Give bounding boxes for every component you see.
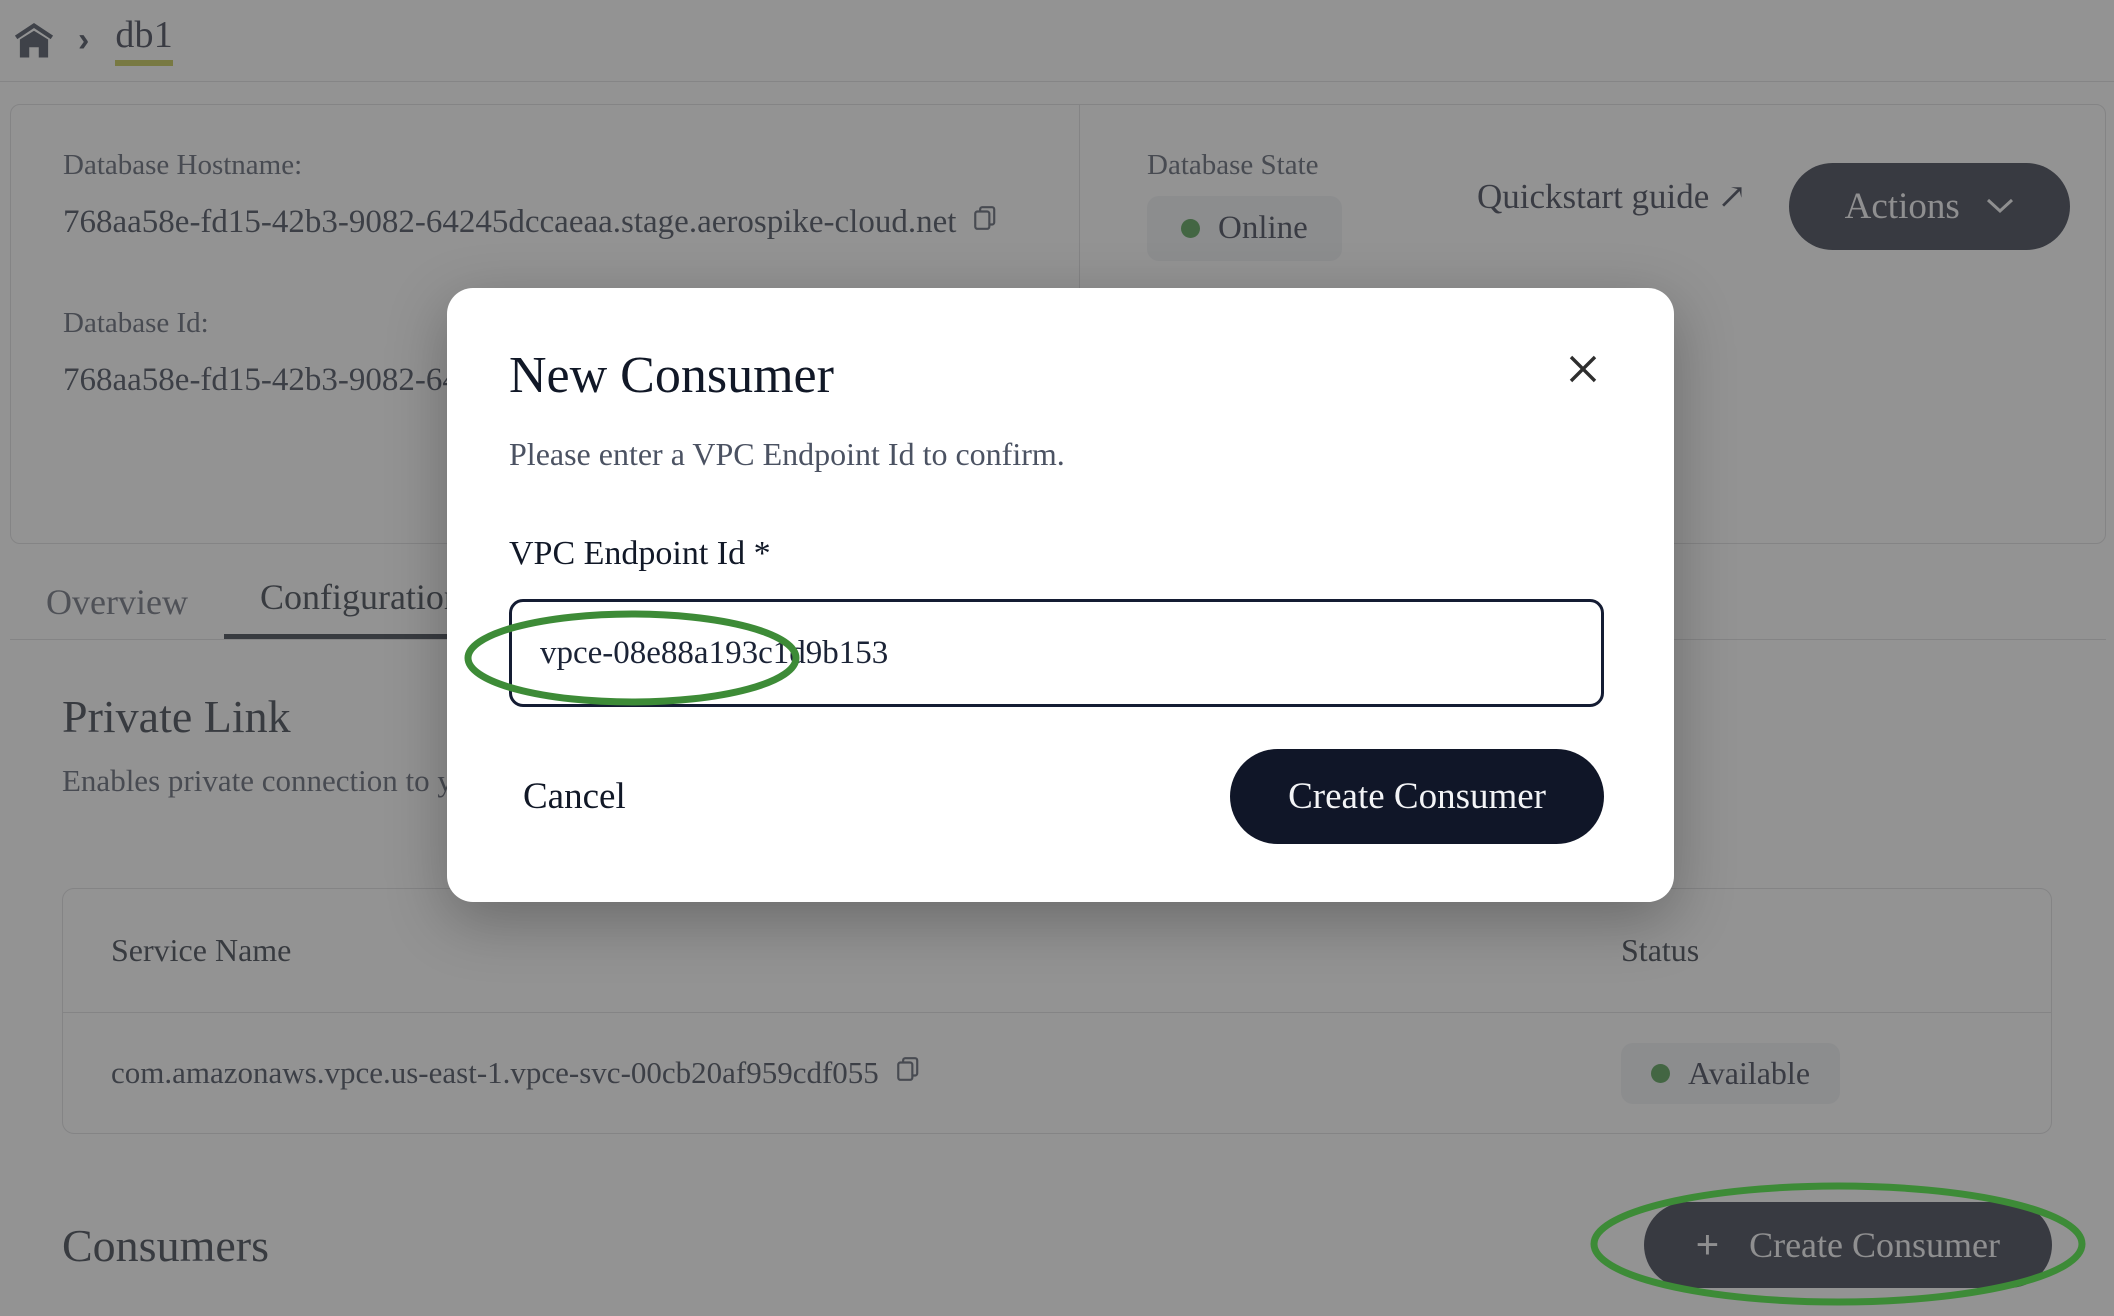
- cancel-button[interactable]: Cancel: [509, 765, 640, 828]
- screen: › db1 Database Hostname: 768aa58e-fd15-4…: [0, 0, 2114, 1316]
- dialog-header: New Consumer: [509, 350, 1604, 402]
- dialog-footer: Cancel Create Consumer: [509, 749, 1604, 844]
- vpc-endpoint-id-input[interactable]: [509, 599, 1604, 707]
- close-icon[interactable]: [1562, 350, 1604, 394]
- create-consumer-confirm-button[interactable]: Create Consumer: [1230, 749, 1604, 844]
- dialog-subtitle: Please enter a VPC Endpoint Id to confir…: [509, 436, 1065, 472]
- dialog-title: New Consumer: [509, 347, 834, 404]
- vpc-endpoint-id-label: VPC Endpoint Id *: [509, 535, 771, 572]
- new-consumer-dialog: New Consumer Please enter a VPC Endpoint…: [447, 288, 1674, 902]
